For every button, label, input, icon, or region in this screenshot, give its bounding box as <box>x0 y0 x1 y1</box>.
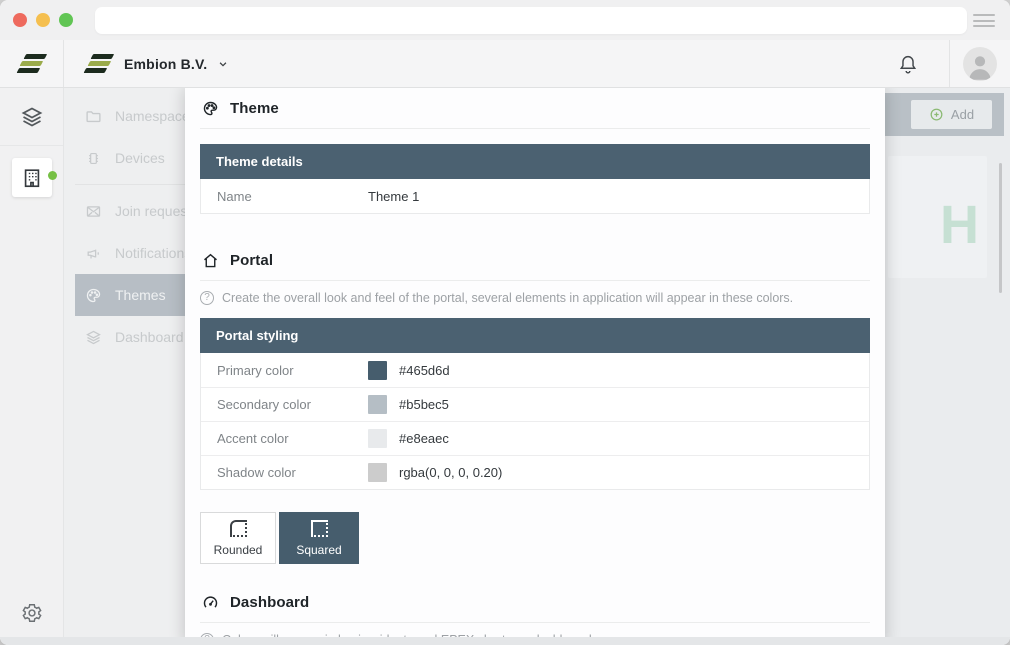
gear-icon <box>21 602 43 624</box>
subnav-item-themes[interactable]: Themes <box>75 274 185 316</box>
layers-icon <box>85 329 102 346</box>
avatar-slot <box>949 40 1010 87</box>
user-avatar[interactable] <box>963 47 997 81</box>
color-swatch <box>368 361 387 380</box>
brand-letter: H <box>940 198 979 252</box>
dashboard-section-header: Dashboard <box>200 582 870 623</box>
color-value: rgba(0, 0, 0, 0.20) <box>399 465 502 480</box>
traffic-lights <box>13 13 73 27</box>
portal-section-title: Portal <box>230 252 273 269</box>
table-row-shadow-color: Shadow color rgba(0, 0, 0, 0.20) <box>201 455 869 489</box>
gauge-icon <box>202 594 219 611</box>
squared-corners-button[interactable]: Squared <box>279 512 359 564</box>
color-value: #465d6d <box>399 363 450 378</box>
status-dot <box>48 171 57 180</box>
notifications-bell-icon[interactable] <box>897 53 919 75</box>
palette-icon <box>202 100 219 117</box>
portal-section-header: Portal <box>200 240 870 281</box>
browser-chrome <box>0 0 1010 40</box>
chip-icon <box>85 150 102 167</box>
theme-details-table: Theme details Name Theme 1 <box>200 144 870 214</box>
browser-window: Embion B.V. <box>0 0 1010 645</box>
theme-card: H <box>888 156 987 278</box>
content-area: Namespaces Devices Join requests Notific… <box>64 88 1010 645</box>
table-row-name: Name Theme 1 <box>201 179 869 213</box>
squared-corner-icon <box>311 520 328 537</box>
organization-logo-icon <box>85 54 113 73</box>
building-icon <box>21 167 43 189</box>
rounded-corner-icon <box>230 520 247 537</box>
subnav-item-join-requests[interactable]: Join requests <box>75 190 185 232</box>
subnav-item-devices[interactable]: Devices <box>75 137 185 179</box>
corner-style-toggle: Rounded Squared <box>200 512 870 564</box>
row-label: Primary color <box>217 363 368 378</box>
layers-icon <box>20 105 44 129</box>
organization-name: Embion B.V. <box>124 56 207 72</box>
table-row-secondary-color: Secondary color #b5bec5 <box>201 387 869 421</box>
question-mark-icon: ? <box>200 291 214 305</box>
organization-selector[interactable]: Embion B.V. <box>85 54 228 73</box>
app-header: Embion B.V. <box>0 40 1010 88</box>
row-value: Theme 1 <box>368 189 419 204</box>
icon-rail <box>0 88 64 645</box>
rail-logo-slot <box>0 40 64 87</box>
home-icon <box>202 252 219 269</box>
color-swatch <box>368 429 387 448</box>
zoom-window-button[interactable] <box>59 13 73 27</box>
row-label: Secondary color <box>217 397 368 412</box>
rail-item-stack[interactable] <box>0 88 63 146</box>
color-value: #b5bec5 <box>399 397 449 412</box>
theme-section-header: Theme <box>200 88 870 129</box>
minimize-window-button[interactable] <box>36 13 50 27</box>
embion-logo-icon <box>18 54 46 73</box>
plus-circle-icon <box>929 107 944 122</box>
rounded-corners-button[interactable]: Rounded <box>200 512 276 564</box>
megaphone-icon <box>85 245 102 262</box>
portal-styling-table-header: Portal styling <box>200 318 870 353</box>
subnav-item-dashboard-templates[interactable]: Dashboard templates <box>75 316 185 358</box>
window-bottom-edge <box>0 637 1010 645</box>
scrollbar-thumb[interactable] <box>999 163 1002 293</box>
folder-icon <box>85 108 102 125</box>
color-swatch <box>368 463 387 482</box>
color-value: #e8eaec <box>399 431 449 446</box>
rail-item-organization[interactable] <box>12 158 52 197</box>
browser-menu-icon[interactable] <box>973 14 995 27</box>
row-label: Accent color <box>217 431 368 446</box>
url-bar[interactable] <box>95 7 967 34</box>
row-label: Shadow color <box>217 465 368 480</box>
subnav-divider <box>75 184 185 185</box>
theme-panel: Theme Theme details Name Theme 1 Portal <box>185 88 885 645</box>
rail-item-settings[interactable] <box>0 581 63 645</box>
palette-icon <box>85 287 102 304</box>
person-icon <box>963 50 997 81</box>
theme-details-table-header: Theme details <box>200 144 870 179</box>
table-row-primary-color: Primary color #465d6d <box>201 353 869 387</box>
theme-section-title: Theme <box>230 100 279 117</box>
add-button[interactable]: Add <box>911 100 992 129</box>
portal-description: ? Create the overall look and feel of th… <box>200 291 870 305</box>
close-window-button[interactable] <box>13 13 27 27</box>
envelope-icon <box>85 203 102 220</box>
color-swatch <box>368 395 387 414</box>
row-label: Name <box>217 189 368 204</box>
subnav-item-notifications[interactable]: Notifications <box>75 232 185 274</box>
table-row-accent-color: Accent color #e8eaec <box>201 421 869 455</box>
dashboard-section-title: Dashboard <box>230 594 309 611</box>
sub-navigation: Namespaces Devices Join requests Notific… <box>64 88 185 645</box>
portal-styling-table: Portal styling Primary color #465d6d Sec… <box>200 318 870 490</box>
subnav-item-namespaces[interactable]: Namespaces <box>75 95 185 137</box>
chevron-down-icon <box>218 59 228 69</box>
